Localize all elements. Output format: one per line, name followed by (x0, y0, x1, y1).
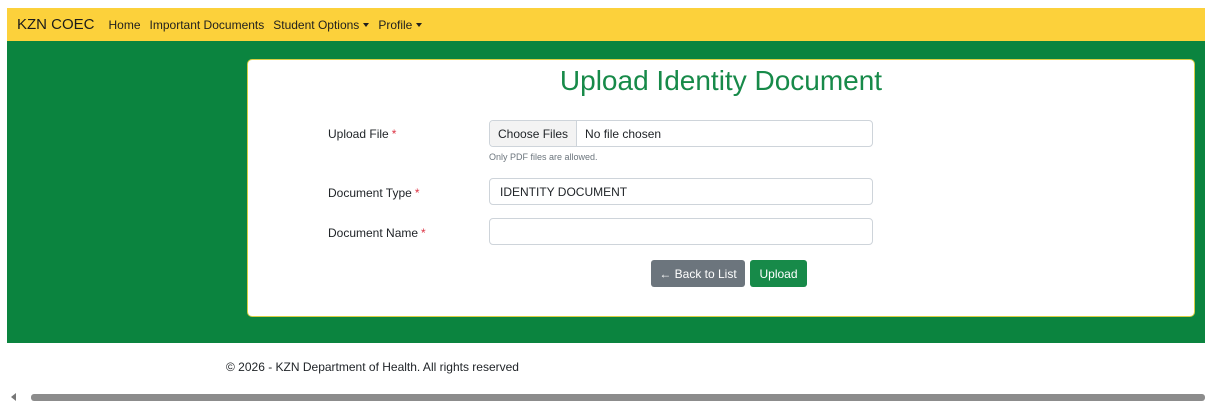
page-title: Upload Identity Document (559, 65, 883, 96)
document-type-value: IDENTITY DOCUMENT (500, 184, 628, 199)
document-type-label: Document Type * (328, 186, 420, 200)
file-help-text: Only PDF files are allowed. (489, 152, 598, 162)
upload-button[interactable]: Upload (750, 260, 807, 287)
required-asterisk: * (414, 186, 420, 200)
document-type-label-text: Document Type (328, 186, 412, 200)
nav-student-options-dropdown[interactable]: Student Options (273, 17, 370, 32)
document-name-label-text: Document Name (328, 226, 419, 240)
footer-copyright: © 2026 - KZN Department of Health. All r… (226, 360, 519, 374)
choose-files-button[interactable]: Choose Files (490, 121, 578, 146)
upload-file-label-text: Upload File (328, 127, 389, 141)
navbar: KZN COEC Home Important Documents Studen… (7, 8, 1205, 41)
required-asterisk: * (421, 226, 426, 240)
top-strip (0, 0, 1205, 8)
caret-down-icon (416, 23, 423, 27)
back-to-list-button[interactable]: ← Back to List (651, 260, 745, 287)
document-type-field[interactable]: IDENTITY DOCUMENT (489, 178, 873, 205)
required-asterisk: * (391, 127, 397, 141)
document-name-label: Document Name * (328, 226, 426, 240)
brand-link[interactable]: KZN COEC (17, 16, 95, 33)
scroll-thumb[interactable] (31, 394, 1205, 401)
file-status-text: No file chosen (585, 126, 662, 141)
upload-file-label: Upload File * (328, 127, 396, 141)
nav-student-options-label: Student Options (273, 17, 360, 32)
upload-card: Upload Identity Document Upload File * Ch… (247, 59, 1195, 317)
nav-profile-label: Profile (378, 17, 413, 32)
document-name-input[interactable] (489, 218, 873, 245)
horizontal-scrollbar[interactable] (0, 390, 1205, 405)
scroll-left-arrow-icon[interactable] (11, 393, 16, 401)
caret-down-icon (363, 23, 370, 27)
file-input[interactable]: Choose Files No file chosen (489, 120, 873, 147)
nav-important-documents[interactable]: Important Documents (150, 18, 265, 32)
nav-home[interactable]: Home (109, 18, 141, 32)
nav-home-label: Home (108, 17, 141, 32)
nav-important-documents-label: Important Documents (149, 17, 265, 32)
nav-profile-dropdown[interactable]: Profile (378, 17, 423, 32)
